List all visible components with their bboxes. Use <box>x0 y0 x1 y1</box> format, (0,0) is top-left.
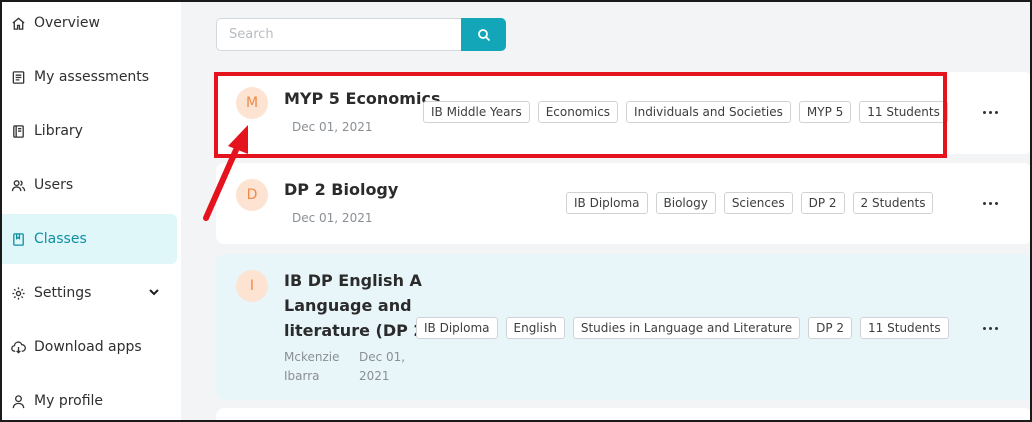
sidebar-item-label: Download apps <box>34 339 142 355</box>
tag-subject: English <box>505 317 565 339</box>
sidebar: Overview My assessments Library Users Cl… <box>0 0 181 422</box>
tag-subject: Economics <box>537 101 619 123</box>
list-icon <box>10 69 26 85</box>
tag-program: IB Middle Years <box>423 101 530 123</box>
class-owner-line: Ibarra <box>284 369 320 383</box>
sidebar-item-my-profile[interactable]: My profile <box>2 376 177 422</box>
home-icon <box>10 15 26 31</box>
sidebar-item-label: Classes <box>34 231 87 247</box>
class-owner: Mckenzie Ibarra <box>284 348 339 386</box>
class-title[interactable]: DP 2 Biology <box>284 177 398 202</box>
class-date-line: Dec 01, <box>359 350 406 364</box>
class-title-line: literature (DP 2) <box>284 321 432 340</box>
class-date-line: 2021 <box>359 369 390 383</box>
class-tags: IB Diploma English Studies in Language a… <box>416 317 949 339</box>
class-card-partial <box>216 408 1032 422</box>
tag-student-count: 2 Students <box>852 192 934 214</box>
book-icon <box>10 123 26 139</box>
class-title[interactable]: MYP 5 Economics <box>284 86 440 111</box>
sidebar-item-label: Settings <box>34 285 92 301</box>
search-button[interactable] <box>461 18 506 51</box>
sidebar-item-label: My assessments <box>34 69 150 85</box>
sidebar-item-label: My profile <box>34 393 104 409</box>
tag-subject-group: Individuals and Societies <box>626 101 791 123</box>
class-tags: IB Diploma Biology Sciences DP 2 2 Stude… <box>566 192 934 214</box>
tag-grade: DP 2 <box>800 192 845 214</box>
sidebar-item-settings[interactable]: Settings <box>2 268 177 318</box>
sidebar-item-users[interactable]: Users <box>2 160 177 210</box>
sidebar-item-download-apps[interactable]: Download apps <box>2 322 177 372</box>
class-title-line: IB DP English A <box>284 271 422 290</box>
tag-grade: MYP 5 <box>798 101 852 123</box>
user-icon <box>10 393 26 409</box>
search-bar <box>216 18 506 51</box>
class-avatar: I <box>236 270 268 302</box>
class-title-line: Language and <box>284 296 412 315</box>
tag-student-count: 11 Students <box>860 317 949 339</box>
sidebar-item-label: Overview <box>34 15 100 31</box>
chevron-down-icon[interactable] <box>147 285 161 299</box>
tag-subject: Biology <box>655 192 716 214</box>
more-options-icon[interactable] <box>978 320 1002 336</box>
class-owner-line: Mckenzie <box>284 350 340 364</box>
class-title[interactable]: IB DP English A Language and literature … <box>284 268 432 343</box>
more-options-icon[interactable] <box>978 104 1002 120</box>
search-input[interactable] <box>216 18 461 51</box>
main-content: M MYP 5 Economics Dec 01, 2021 IB Middle… <box>181 0 1032 422</box>
tag-grade: DP 2 <box>808 317 853 339</box>
class-avatar: M <box>236 87 268 119</box>
sidebar-item-classes[interactable]: Classes <box>2 214 177 264</box>
class-date: Dec 01, 2021 <box>292 120 373 134</box>
cloud-download-icon <box>10 339 26 355</box>
class-date: Dec 01, 2021 <box>359 348 405 386</box>
annotation-arrow-icon <box>203 125 248 221</box>
class-date: Dec 01, 2021 <box>292 211 373 225</box>
class-card[interactable]: I IB DP English A Language and literatur… <box>216 254 1032 400</box>
gear-icon <box>10 285 26 301</box>
tag-program: IB Diploma <box>566 192 648 214</box>
tag-program: IB Diploma <box>416 317 498 339</box>
class-card[interactable]: D DP 2 Biology Dec 01, 2021 IB Diploma B… <box>216 163 1032 244</box>
sidebar-item-label: Users <box>34 177 74 193</box>
search-icon <box>477 28 490 41</box>
tag-subject-group: Studies in Language and Literature <box>572 317 801 339</box>
sidebar-item-my-assessments[interactable]: My assessments <box>2 52 177 102</box>
tag-student-count: 11 Students <box>859 101 948 123</box>
class-card[interactable]: M MYP 5 Economics Dec 01, 2021 IB Middle… <box>216 72 1032 154</box>
sidebar-item-library[interactable]: Library <box>2 106 177 156</box>
tag-subject-group: Sciences <box>723 192 793 214</box>
users-icon <box>10 177 26 193</box>
bookmark-icon <box>10 231 26 247</box>
more-options-icon[interactable] <box>978 195 1002 211</box>
sidebar-item-overview[interactable]: Overview <box>2 0 177 48</box>
class-tags: IB Middle Years Economics Individuals an… <box>423 101 948 123</box>
sidebar-item-label: Library <box>34 123 83 139</box>
